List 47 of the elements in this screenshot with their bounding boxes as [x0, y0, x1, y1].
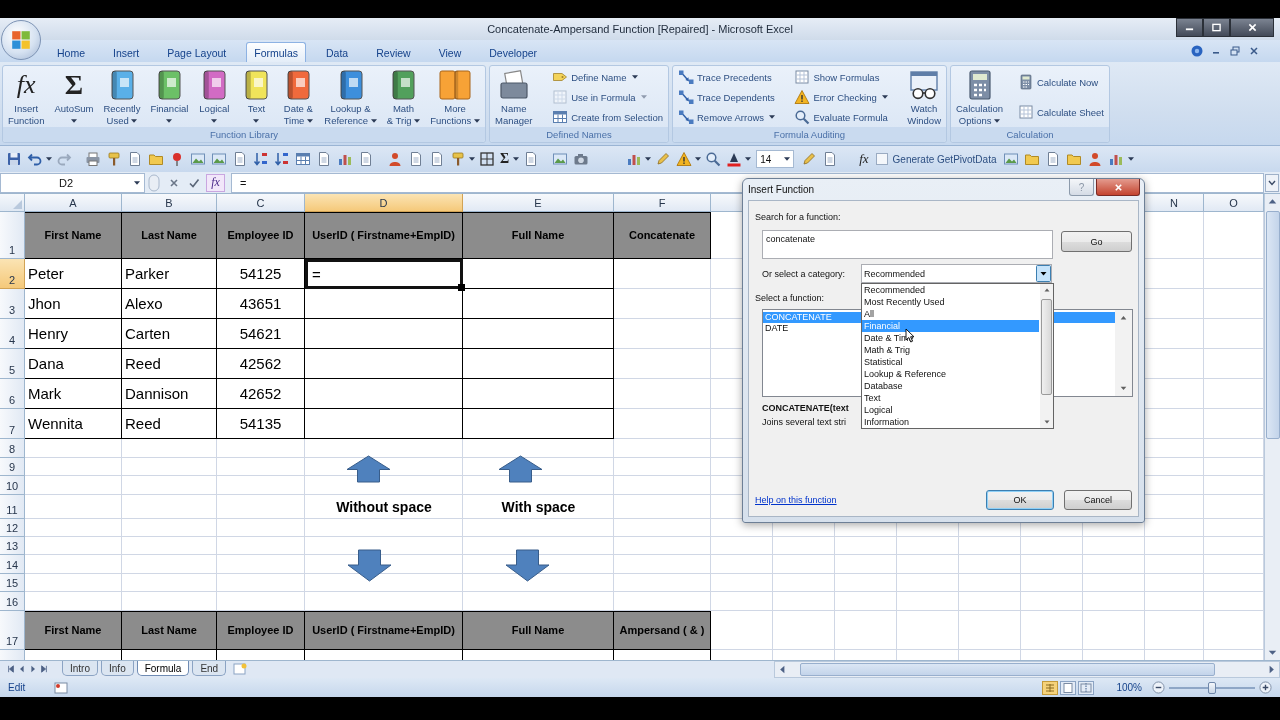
group-label: Formula Auditing — [673, 127, 946, 142]
header-cell: Employee ID — [217, 212, 305, 259]
table-cell: Peter — [25, 259, 122, 289]
table-cell: Carten — [122, 319, 217, 349]
table-cell: Reed — [122, 349, 217, 379]
header-cell: UserID ( Firstname+EmpID) — [305, 611, 463, 650]
function-icon: fx — [16, 69, 36, 101]
header-cell: First Name — [25, 611, 122, 650]
table-cell: 43651 — [217, 289, 305, 319]
window-title: Concatenate-Ampersand Function [Repaired] - Microsoft Excel — [487, 23, 793, 35]
header-cell: Last Name — [122, 611, 217, 650]
table-cell: Alexo — [122, 289, 217, 319]
table-cell: 54125 — [217, 259, 305, 289]
table-cell: 54135 — [217, 409, 305, 439]
table-cell: Reed — [122, 409, 217, 439]
label-text: Without space — [335, 498, 433, 517]
table-cell: Jhon — [25, 289, 122, 319]
function-syntax: CONCATENATE(text — [762, 402, 849, 414]
header-cell: Last Name — [122, 212, 217, 259]
dialog-title: Insert Function — [748, 184, 815, 195]
table-cell: 42652 — [217, 379, 305, 409]
header-cell: Concatenate — [614, 212, 711, 259]
table-cell: Dana — [25, 349, 122, 379]
table-cell: Parker — [122, 259, 217, 289]
group-label: Function Library — [3, 127, 485, 142]
table-cell: 42562 — [217, 349, 305, 379]
table-cell: Mark — [25, 379, 122, 409]
category-label: Or select a category: — [762, 268, 847, 279]
table-cell: Henry — [25, 319, 122, 349]
table-cell: 54621 — [217, 319, 305, 349]
header-cell: Employee ID — [217, 611, 305, 650]
header-cell: UserID ( Firstname+EmpID) — [305, 212, 463, 259]
table-cell: Wennita — [25, 409, 122, 439]
search-label: Search for a function: — [755, 211, 841, 223]
function-label: Select a function: — [755, 292, 825, 304]
header-cell: First Name — [25, 212, 122, 259]
label-text: With space — [500, 498, 577, 517]
group-label: Defined Names — [490, 127, 668, 142]
table-cell: = — [305, 259, 463, 289]
header-cell: Full Name — [463, 212, 614, 259]
sum-icon: Σ — [64, 69, 84, 101]
table-cell: Dannison — [122, 379, 217, 409]
group-label: Calculation — [951, 127, 1109, 142]
header-cell: Full Name — [463, 611, 614, 650]
status-mode: Edit — [8, 682, 26, 693]
header-cell: Ampersand ( & ) — [614, 611, 711, 650]
function-description: Joins several text stri — [762, 416, 847, 428]
